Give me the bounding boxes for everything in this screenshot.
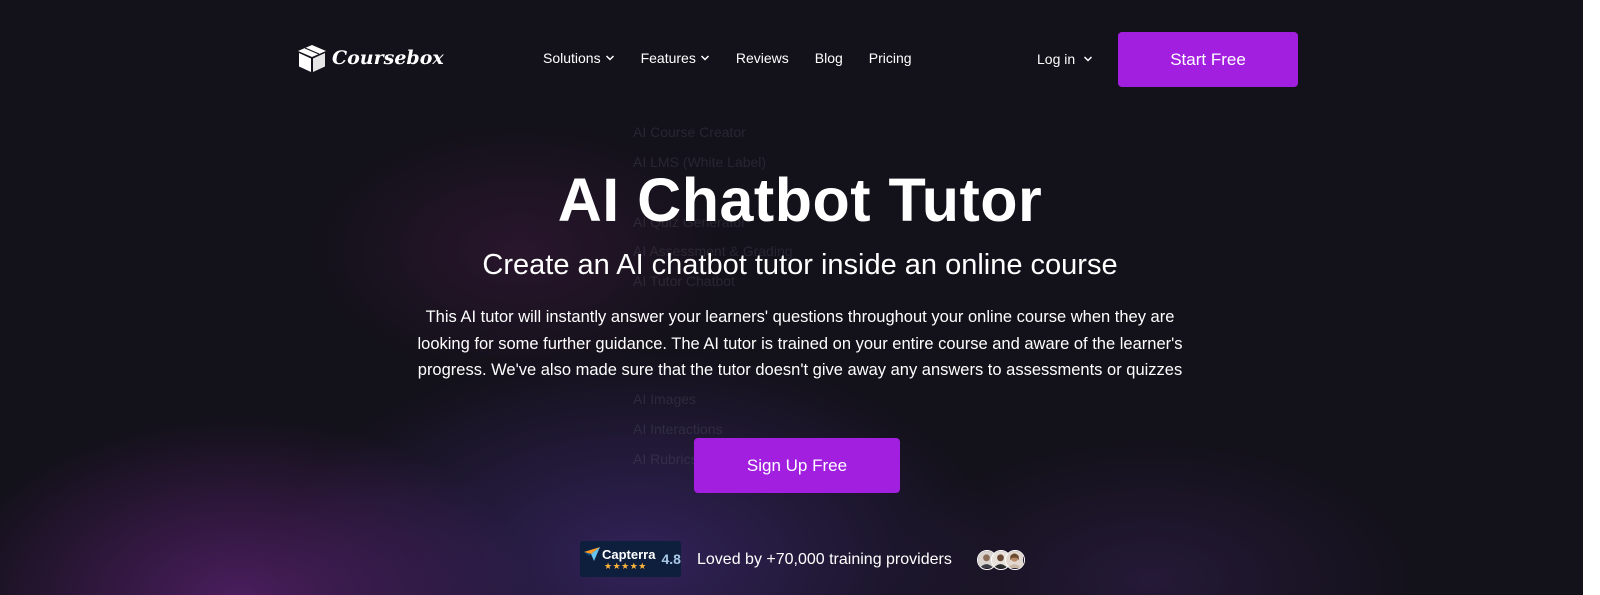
nav-features[interactable]: Features — [641, 50, 710, 66]
login-menu[interactable]: Log in — [1037, 51, 1093, 67]
capterra-badge[interactable]: Capterra ★★★★★ 4.8 — [580, 541, 681, 577]
avatar-group — [977, 550, 1025, 570]
ghost-item: AI Rubrics — [633, 451, 698, 467]
box-icon — [298, 45, 326, 72]
nav-solutions-label: Solutions — [543, 50, 601, 66]
avatar — [1005, 550, 1025, 570]
hero-description: This AI tutor will instantly answer your… — [417, 308, 1183, 379]
ghost-item: AI Interactions — [633, 421, 723, 437]
capterra-name: Capterra — [584, 547, 655, 562]
sign-up-free-button[interactable]: Sign Up Free — [694, 438, 900, 493]
ghost-item: AI Images — [633, 391, 697, 407]
capterra-rating: 4.8 — [661, 551, 681, 567]
scrollbar-track — [1583, 0, 1600, 595]
chevron-down-icon — [605, 55, 614, 61]
chevron-down-icon — [700, 55, 709, 61]
nav-reviews[interactable]: Reviews — [736, 50, 789, 66]
nav-blog-label: Blog — [814, 50, 843, 66]
star-rating-icons: ★★★★★ — [604, 560, 647, 571]
capterra-arrow-icon — [584, 547, 600, 561]
capterra-label: Capterra — [602, 546, 656, 562]
capterra-brand: Capterra ★★★★★ — [584, 547, 655, 572]
nav-solutions[interactable]: Solutions — [543, 50, 615, 66]
login-label: Log in — [1037, 51, 1076, 67]
main-nav: Solutions Features Reviews Blog Pricing — [543, 50, 912, 66]
logo-text: Coursebox — [332, 47, 444, 69]
nav-pricing[interactable]: Pricing — [869, 50, 912, 66]
loved-by-text: Loved by +70,000 training providers — [697, 551, 952, 568]
hero-subtitle: Create an AI chatbot tutor inside an onl… — [482, 249, 1118, 281]
start-free-button[interactable]: Start Free — [1118, 32, 1298, 87]
coursebox-logo[interactable]: Coursebox — [296, 42, 444, 74]
chevron-down-icon — [1084, 56, 1093, 62]
nav-reviews-label: Reviews — [735, 50, 789, 66]
background-glow — [0, 0, 1600, 595]
ghost-item: AI Course Creator — [633, 124, 746, 140]
nav-blog[interactable]: Blog — [815, 50, 843, 66]
nav-pricing-label: Pricing — [868, 50, 912, 66]
hero-title: AI Chatbot Tutor — [557, 166, 1043, 234]
nav-features-label: Features — [640, 50, 696, 66]
